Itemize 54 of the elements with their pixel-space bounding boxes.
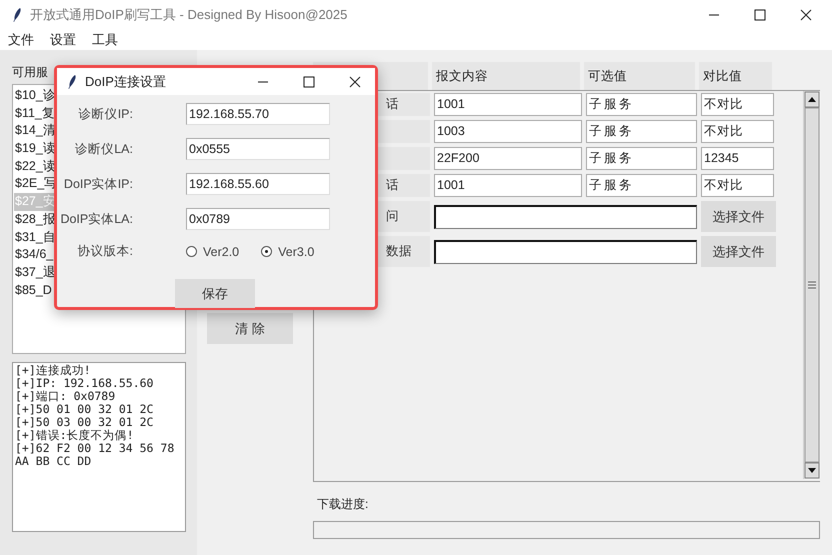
menu-item[interactable]: 文件: [8, 31, 34, 49]
compare-field[interactable]: 不对比: [701, 93, 774, 116]
log-line: AA BB CC DD: [15, 455, 92, 468]
input-field[interactable]: 192.168.55.60: [186, 173, 330, 195]
content-field[interactable]: 1003: [434, 120, 582, 143]
input-field[interactable]: 0x0555: [186, 138, 330, 160]
log-line: [+]连接成功!: [15, 364, 92, 377]
choose-file-button[interactable]: 选择文件: [701, 236, 776, 267]
log-line: [+]错误:长度不为偶!: [15, 429, 135, 442]
compare-field[interactable]: 12345: [701, 147, 774, 170]
progress-label: 下载进度:: [316, 496, 370, 513]
input-field[interactable]: 0x0789: [186, 208, 330, 230]
field-label: 协议版本:: [76, 243, 133, 260]
file-path-field[interactable]: [434, 204, 697, 228]
content-field[interactable]: 1001: [434, 174, 582, 197]
clear-button[interactable]: 清 除: [207, 313, 293, 344]
input-field[interactable]: 192.168.55.70: [186, 103, 330, 125]
radio-option[interactable]: Ver3.0: [261, 244, 314, 258]
window-title: 开放式通用DoIP刷写工具 - Designed By Hisoon@2025: [30, 6, 348, 24]
radio-option[interactable]: Ver2.0: [186, 244, 240, 258]
content-field[interactable]: 1001: [434, 93, 582, 116]
close-icon[interactable]: [349, 76, 361, 88]
maximize-icon[interactable]: [754, 9, 766, 21]
scrollbar[interactable]: [803, 91, 820, 479]
field-label: 诊断仪LA:: [74, 140, 133, 158]
log-line: [+]62 F2 00 12 34 56 78: [15, 442, 176, 455]
option-field[interactable]: 子服务: [586, 120, 697, 143]
compare-field[interactable]: 不对比: [701, 120, 774, 143]
choose-file-button[interactable]: 选择文件: [701, 201, 776, 232]
field-label: DoIP实体IP:: [62, 176, 133, 192]
maximize-icon[interactable]: [303, 76, 315, 88]
dialog-title: DoIP连接设置: [85, 72, 167, 90]
feather-icon: [12, 7, 22, 23]
option-field[interactable]: 子服务: [586, 93, 697, 116]
log-line: [+]50 03 00 32 01 2C: [15, 416, 154, 429]
feather-icon: [67, 74, 77, 90]
log-line: [+]50 01 00 32 01 2C: [15, 403, 154, 416]
option-field[interactable]: 子服务: [586, 174, 697, 197]
file-path-field[interactable]: [434, 240, 697, 264]
save-button[interactable]: 保存: [175, 279, 255, 308]
option-field[interactable]: 子服务: [586, 147, 697, 170]
services-label: 可用服: [12, 65, 48, 79]
compare-field[interactable]: 不对比: [701, 174, 774, 197]
column-header: 对比值: [699, 62, 772, 90]
log-line: [+]端口: 0x0789: [15, 390, 116, 403]
field-label: DoIP实体LA:: [59, 210, 133, 228]
column-header: 可选值: [584, 62, 695, 90]
content-field[interactable]: 22F200: [434, 147, 582, 170]
field-label: 诊断仪IP:: [78, 106, 133, 122]
column-header: 报文内容: [432, 62, 580, 90]
menu-item[interactable]: 工具: [92, 31, 118, 49]
menu-item[interactable]: 设置: [50, 31, 76, 49]
close-icon[interactable]: [800, 9, 812, 21]
log-line: [+]IP: 192.168.55.60: [15, 377, 154, 390]
